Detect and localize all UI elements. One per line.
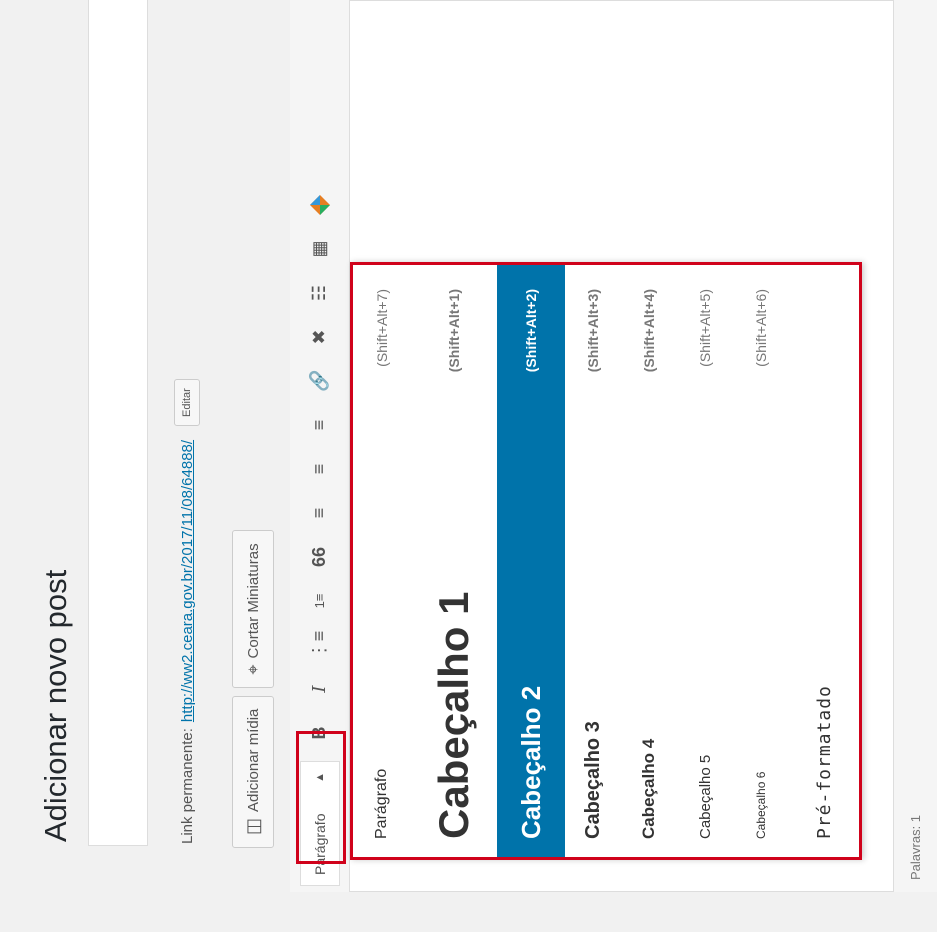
menu-item-paragraph[interactable]: Parágrafo (Shift+Alt+7): [353, 265, 411, 857]
menu-item-label: Cabeçalho 6: [754, 771, 768, 839]
page-title: Adicionar novo post: [38, 569, 73, 842]
menu-item-label: Cabeçalho 3: [581, 721, 604, 839]
add-media-label: Adicionar mídia: [244, 708, 262, 812]
crop-thumbnails-label: Cortar Miniaturas: [244, 543, 262, 659]
menu-item-heading-3[interactable]: Cabeçalho 3 (Shift+Alt+3): [565, 265, 621, 857]
crop-thumbnails-button[interactable]: ⌖ Cortar Miniaturas: [232, 530, 274, 688]
blockquote-icon[interactable]: 66: [304, 541, 336, 573]
permalink-label: Link permanente:: [178, 728, 196, 844]
align-left-icon[interactable]: ≡: [304, 497, 336, 529]
media-buttons: ◫ Adicionar mídia ⌖ Cortar Miniaturas: [232, 530, 274, 848]
add-media-button[interactable]: ◫ Adicionar mídia: [232, 695, 274, 848]
format-dropdown-menu: Parágrafo (Shift+Alt+7) Cabeçalho 1 (Shi…: [350, 262, 862, 860]
link-icon[interactable]: 🔗: [304, 365, 336, 397]
menu-item-preformatted[interactable]: Pré-formatado: [789, 265, 859, 857]
post-title-input[interactable]: [88, 0, 148, 846]
menu-item-label: Pré-formatado: [813, 685, 835, 839]
bulleted-list-icon[interactable]: ⋮≡: [304, 629, 336, 661]
menu-item-shortcut: (Shift+Alt+5): [697, 289, 713, 367]
word-count: Palavras: 1: [893, 0, 937, 892]
menu-item-label: Cabeçalho 4: [639, 738, 658, 839]
crop-icon: ⌖: [242, 664, 263, 675]
editor-screen: Adicionar novo post Link permanente: htt…: [0, 0, 937, 932]
plugin-icon[interactable]: [304, 189, 336, 221]
menu-item-shortcut: (Shift+Alt+1): [446, 289, 462, 373]
permalink-link[interactable]: http://ww2.ceara.gov.br/2017/11/08/64888…: [179, 440, 196, 722]
menu-item-shortcut: (Shift+Alt+6): [753, 289, 769, 367]
menu-item-label: Cabeçalho 2: [515, 685, 546, 839]
menu-item-heading-1[interactable]: Cabeçalho 1 (Shift+Alt+1): [411, 265, 497, 857]
menu-item-heading-2[interactable]: Cabeçalho 2 (Shift+Alt+2): [497, 265, 565, 857]
permalink-row: Link permanente: http://ww2.ceara.gov.br…: [174, 379, 200, 844]
menu-item-label: Cabeçalho 5: [696, 754, 714, 839]
menu-item-heading-4[interactable]: Cabeçalho 4 (Shift+Alt+4): [621, 265, 677, 857]
format-select-highlight: [296, 731, 346, 864]
menu-item-heading-6[interactable]: Cabeçalho 6 (Shift+Alt+6): [733, 265, 789, 857]
menu-item-shortcut: (Shift+Alt+2): [523, 289, 539, 373]
align-right-icon[interactable]: ≡: [304, 409, 336, 441]
menu-item-label: Parágrafo: [373, 768, 390, 839]
align-center-icon[interactable]: ≡: [304, 453, 336, 485]
toolbar-toggle-icon[interactable]: ▦: [304, 233, 336, 265]
menu-item-heading-5[interactable]: Cabeçalho 5 (Shift+Alt+5): [677, 265, 733, 857]
menu-item-shortcut: (Shift+Alt+4): [641, 289, 657, 373]
edit-permalink-button[interactable]: Editar: [174, 379, 200, 426]
numbered-list-icon[interactable]: 1≡: [304, 585, 336, 617]
unlink-icon[interactable]: ✖: [304, 321, 336, 353]
menu-item-shortcut: (Shift+Alt+7): [374, 289, 390, 367]
italic-icon[interactable]: I: [304, 673, 336, 705]
media-icon: ◫: [242, 817, 263, 835]
plugin-logo-icon: [309, 195, 330, 215]
read-more-icon[interactable]: ☷: [304, 277, 336, 309]
menu-item-label: Cabeçalho 1: [430, 591, 477, 839]
menu-item-shortcut: (Shift+Alt+3): [585, 289, 601, 373]
